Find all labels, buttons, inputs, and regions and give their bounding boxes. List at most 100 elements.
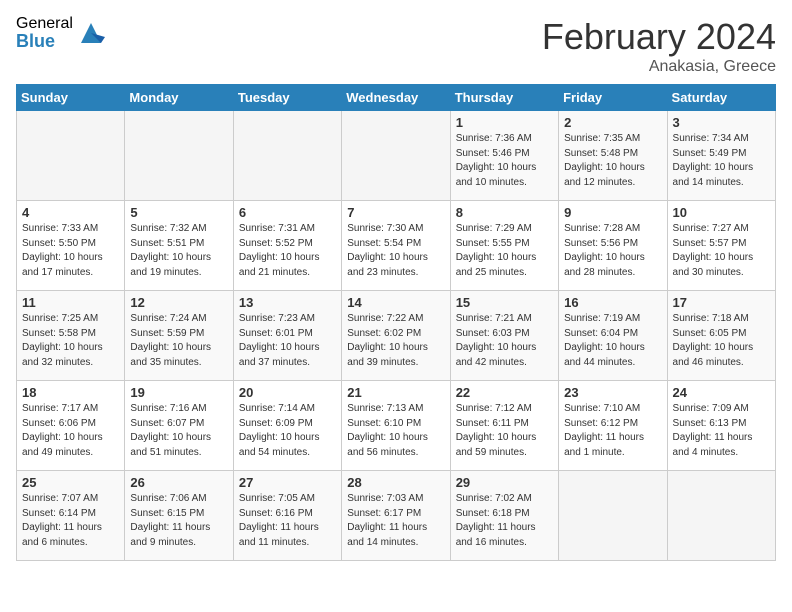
calendar-cell: 17Sunrise: 7:18 AM Sunset: 6:05 PM Dayli…: [667, 291, 775, 381]
day-header-sunday: Sunday: [17, 85, 125, 111]
day-number: 5: [130, 205, 227, 220]
calendar-cell: 11 Sunrise: 7:25 AM Sunset: 5:58 PM Dayli…: [17, 291, 125, 381]
calendar-cell: 8 Sunrise: 7:29 AM Sunset: 5:55 PM Daylig…: [450, 201, 558, 291]
day-info: Sunrise: 7:03 AM Sunset: 6:17 PM Dayligh…: [347, 492, 444, 550]
day-info: Sunrise: 7:25 AM Sunset: 5:58 PM Dayligh…: [22, 312, 119, 370]
day-number: 2: [564, 115, 661, 130]
day-info: Sunrise: 7:06 AM Sunset: 6:15 PM Dayligh…: [130, 492, 227, 550]
day-number: 8: [456, 205, 553, 220]
day-number: 11: [22, 295, 119, 310]
day-header-saturday: Saturday: [667, 85, 775, 111]
day-number: 3: [673, 115, 770, 130]
day-header-tuesday: Tuesday: [233, 85, 341, 111]
day-number: 21: [347, 385, 444, 400]
day-info: Sunrise: 7:14 AM Sunset: 6:09 PM Dayligh…: [239, 402, 336, 460]
day-number: 25: [22, 475, 119, 490]
day-info: Sunrise: 7:07 AM Sunset: 6:14 PM Dayligh…: [22, 492, 119, 550]
day-info: Sunrise: 7:32 AM Sunset: 5:51 PM Dayligh…: [130, 222, 227, 280]
day-number: 18: [22, 385, 119, 400]
day-info: Sunrise: 7:29 AM Sunset: 5:55 PM Dayligh…: [456, 222, 553, 280]
calendar-cell: 21 Sunrise: 7:13 AM Sunset: 6:10 PM Dayli…: [342, 381, 450, 471]
week-row-4: 18Sunrise: 7:17 AM Sunset: 6:06 PM Dayli…: [17, 381, 776, 471]
day-number: 19: [130, 385, 227, 400]
day-info: Sunrise: 7:36 AM Sunset: 5:46 PM Dayligh…: [456, 132, 553, 190]
calendar-cell: 14 Sunrise: 7:22 AM Sunset: 6:02 PM Dayli…: [342, 291, 450, 381]
page-header: General Blue February 2024 Anakasia, Gre…: [16, 16, 776, 76]
day-info: Sunrise: 7:02 AM Sunset: 6:18 PM Dayligh…: [456, 492, 553, 550]
day-info: Sunrise: 7:24 AM Sunset: 5:59 PM Dayligh…: [130, 312, 227, 370]
week-row-2: 4 Sunrise: 7:33 AM Sunset: 5:50 PM Daylig…: [17, 201, 776, 291]
week-row-1: 1 Sunrise: 7:36 AM Sunset: 5:46 PM Daylig…: [17, 111, 776, 201]
calendar-cell: [667, 471, 775, 561]
calendar-cell: 25 Sunrise: 7:07 AM Sunset: 6:14 PM Dayli…: [17, 471, 125, 561]
calendar-cell: 1 Sunrise: 7:36 AM Sunset: 5:46 PM Daylig…: [450, 111, 558, 201]
day-number: 27: [239, 475, 336, 490]
day-info: Sunrise: 7:23 AM Sunset: 6:01 PM Dayligh…: [239, 312, 336, 370]
logo-icon: [77, 19, 105, 47]
calendar-cell: 16 Sunrise: 7:19 AM Sunset: 6:04 PM Dayli…: [559, 291, 667, 381]
calendar-cell: 26 Sunrise: 7:06 AM Sunset: 6:15 PM Dayli…: [125, 471, 233, 561]
calendar-cell: 22Sunrise: 7:12 AM Sunset: 6:11 PM Dayli…: [450, 381, 558, 471]
day-info: Sunrise: 7:22 AM Sunset: 6:02 PM Dayligh…: [347, 312, 444, 370]
day-info: Sunrise: 7:05 AM Sunset: 6:16 PM Dayligh…: [239, 492, 336, 550]
day-header-friday: Friday: [559, 85, 667, 111]
calendar-cell: 13 Sunrise: 7:23 AM Sunset: 6:01 PM Dayli…: [233, 291, 341, 381]
calendar-cell: 15 Sunrise: 7:21 AM Sunset: 6:03 PM Dayli…: [450, 291, 558, 381]
calendar-cell: 9 Sunrise: 7:28 AM Sunset: 5:56 PM Daylig…: [559, 201, 667, 291]
day-number: 15: [456, 295, 553, 310]
day-number: 12: [130, 295, 227, 310]
calendar-cell: 24 Sunrise: 7:09 AM Sunset: 6:13 PM Dayli…: [667, 381, 775, 471]
calendar-cell: 2 Sunrise: 7:35 AM Sunset: 5:48 PM Daylig…: [559, 111, 667, 201]
calendar-cell: 5 Sunrise: 7:32 AM Sunset: 5:51 PM Daylig…: [125, 201, 233, 291]
day-number: 24: [673, 385, 770, 400]
calendar-cell: 19 Sunrise: 7:16 AM Sunset: 6:07 PM Dayli…: [125, 381, 233, 471]
day-info: Sunrise: 7:35 AM Sunset: 5:48 PM Dayligh…: [564, 132, 661, 190]
day-number: 22: [456, 385, 553, 400]
calendar-cell: [342, 111, 450, 201]
day-info: Sunrise: 7:30 AM Sunset: 5:54 PM Dayligh…: [347, 222, 444, 280]
day-header-thursday: Thursday: [450, 85, 558, 111]
location-title: Anakasia, Greece: [542, 58, 776, 76]
calendar-cell: 20 Sunrise: 7:14 AM Sunset: 6:09 PM Dayli…: [233, 381, 341, 471]
logo: General Blue: [16, 16, 105, 50]
day-info: Sunrise: 7:19 AM Sunset: 6:04 PM Dayligh…: [564, 312, 661, 370]
calendar-table: SundayMondayTuesdayWednesdayThursdayFrid…: [16, 84, 776, 561]
day-info: Sunrise: 7:21 AM Sunset: 6:03 PM Dayligh…: [456, 312, 553, 370]
day-info: Sunrise: 7:16 AM Sunset: 6:07 PM Dayligh…: [130, 402, 227, 460]
week-row-5: 25 Sunrise: 7:07 AM Sunset: 6:14 PM Dayli…: [17, 471, 776, 561]
calendar-cell: [233, 111, 341, 201]
day-number: 10: [673, 205, 770, 220]
calendar-cell: 4 Sunrise: 7:33 AM Sunset: 5:50 PM Daylig…: [17, 201, 125, 291]
title-area: February 2024 Anakasia, Greece: [542, 16, 776, 76]
day-number: 17: [673, 295, 770, 310]
calendar-cell: [17, 111, 125, 201]
calendar-cell: 28Sunrise: 7:03 AM Sunset: 6:17 PM Dayli…: [342, 471, 450, 561]
day-info: Sunrise: 7:10 AM Sunset: 6:12 PM Dayligh…: [564, 402, 661, 460]
logo-text: General Blue: [16, 16, 73, 50]
day-number: 9: [564, 205, 661, 220]
calendar-cell: 3Sunrise: 7:34 AM Sunset: 5:49 PM Daylig…: [667, 111, 775, 201]
day-number: 26: [130, 475, 227, 490]
day-number: 1: [456, 115, 553, 130]
calendar-cell: 10Sunrise: 7:27 AM Sunset: 5:57 PM Dayli…: [667, 201, 775, 291]
calendar-cell: 27 Sunrise: 7:05 AM Sunset: 6:16 PM Dayli…: [233, 471, 341, 561]
month-title: February 2024: [542, 16, 776, 58]
day-number: 4: [22, 205, 119, 220]
day-number: 16: [564, 295, 661, 310]
day-info: Sunrise: 7:28 AM Sunset: 5:56 PM Dayligh…: [564, 222, 661, 280]
day-header-wednesday: Wednesday: [342, 85, 450, 111]
calendar-cell: 18Sunrise: 7:17 AM Sunset: 6:06 PM Dayli…: [17, 381, 125, 471]
day-info: Sunrise: 7:13 AM Sunset: 6:10 PM Dayligh…: [347, 402, 444, 460]
day-header-monday: Monday: [125, 85, 233, 111]
day-number: 13: [239, 295, 336, 310]
day-number: 20: [239, 385, 336, 400]
calendar-cell: [125, 111, 233, 201]
calendar-cell: 23Sunrise: 7:10 AM Sunset: 6:12 PM Dayli…: [559, 381, 667, 471]
day-number: 14: [347, 295, 444, 310]
calendar-cell: 29Sunrise: 7:02 AM Sunset: 6:18 PM Dayli…: [450, 471, 558, 561]
day-number: 6: [239, 205, 336, 220]
day-info: Sunrise: 7:09 AM Sunset: 6:13 PM Dayligh…: [673, 402, 770, 460]
calendar-cell: 6Sunrise: 7:31 AM Sunset: 5:52 PM Daylig…: [233, 201, 341, 291]
day-info: Sunrise: 7:33 AM Sunset: 5:50 PM Dayligh…: [22, 222, 119, 280]
calendar-cell: 12 Sunrise: 7:24 AM Sunset: 5:59 PM Dayli…: [125, 291, 233, 381]
